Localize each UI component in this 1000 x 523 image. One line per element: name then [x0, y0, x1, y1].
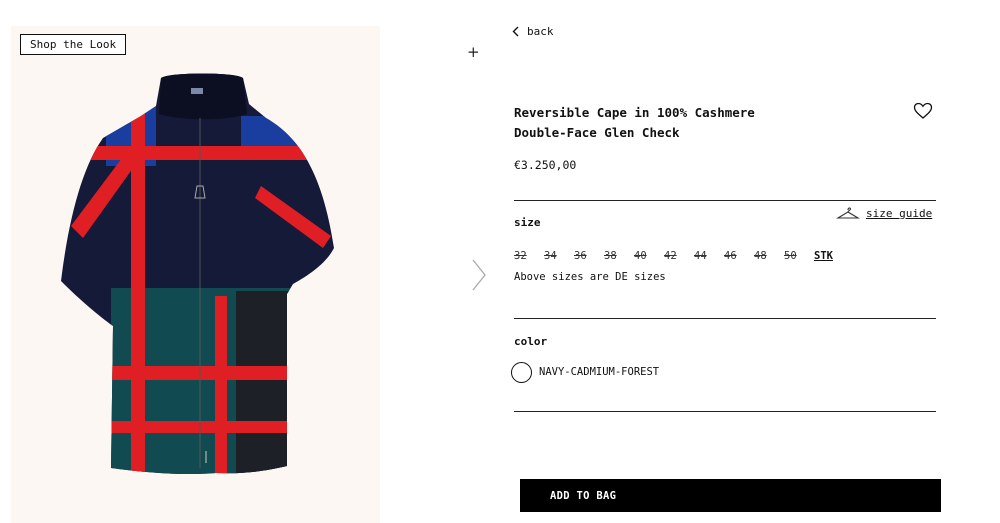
product-price: €3.250,00 [514, 158, 577, 172]
size-option-46[interactable]: 46 [724, 250, 754, 262]
size-note: Above sizes are DE sizes [514, 271, 666, 283]
shop-the-look-button[interactable]: Shop the Look [20, 34, 127, 55]
heart-icon[interactable] [913, 102, 933, 120]
size-option-stk[interactable]: STK [814, 250, 844, 262]
product-title: Reversible Cape in 100% Cashmere Double-… [514, 103, 894, 143]
size-guide-link[interactable]: size guide [836, 206, 932, 220]
product-title-line-1: Reversible Cape in 100% Cashmere [514, 105, 755, 120]
size-guide-label: size guide [866, 206, 933, 220]
size-option-38[interactable]: 38 [604, 250, 634, 262]
color-label: color [514, 335, 548, 348]
size-option-36[interactable]: 36 [574, 250, 604, 262]
size-option-50[interactable]: 50 [784, 250, 814, 262]
chevron-right-icon[interactable] [470, 258, 488, 292]
product-image [61, 73, 334, 475]
chevron-left-icon [512, 26, 519, 37]
size-options: 32 34 36 38 40 42 44 46 48 50 STK [514, 250, 844, 262]
product-title-line-2: Double-Face Glen Check [514, 125, 680, 140]
product-image-panel[interactable]: Shop the Look [11, 26, 380, 523]
size-label: size [514, 216, 541, 229]
size-option-48[interactable]: 48 [754, 250, 784, 262]
divider [514, 318, 936, 319]
back-label: back [527, 25, 554, 38]
back-link[interactable]: back [512, 25, 554, 38]
divider [514, 200, 936, 201]
color-name: NAVY-CADMIUM-FOREST [539, 366, 660, 378]
hanger-icon [836, 207, 860, 219]
size-option-40[interactable]: 40 [634, 250, 664, 262]
color-swatch[interactable] [511, 362, 532, 383]
size-option-34[interactable]: 34 [544, 250, 574, 262]
divider [514, 411, 936, 412]
add-to-bag-button[interactable]: ADD TO BAG [520, 479, 941, 512]
plus-icon[interactable]: + [467, 45, 480, 60]
size-option-42[interactable]: 42 [664, 250, 694, 262]
size-option-44[interactable]: 44 [694, 250, 724, 262]
size-option-32[interactable]: 32 [514, 250, 544, 262]
